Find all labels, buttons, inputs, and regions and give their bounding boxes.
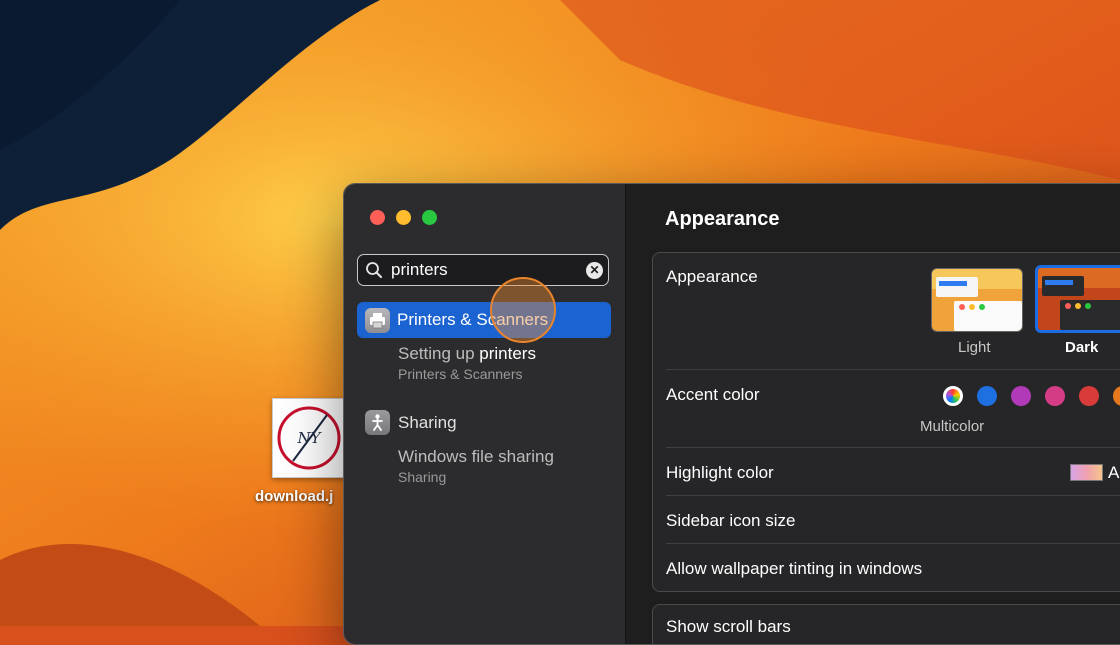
search-field[interactable]: ✕ — [357, 254, 609, 286]
zoom-window-button[interactable] — [422, 210, 437, 225]
wallpaper-tinting-label: Allow wallpaper tinting in windows — [666, 559, 923, 578]
desktop-file-label[interactable]: download.j — [255, 488, 333, 505]
appearance-light-label: Light — [958, 339, 991, 356]
scroll-bars-settings-panel: Show scroll bars — [652, 604, 1120, 644]
appearance-dark-label: Dark — [1065, 339, 1099, 356]
sidebar: ✕ Printers & Scanners Setting up printer… — [344, 184, 626, 644]
appearance-dark-option[interactable] — [1035, 265, 1120, 333]
sharing-icon — [365, 410, 390, 435]
accent-purple-swatch[interactable] — [1011, 386, 1031, 406]
appearance-light-option[interactable] — [931, 268, 1023, 332]
accent-red-swatch[interactable] — [1079, 386, 1099, 406]
divider — [666, 369, 1120, 370]
page-title: Appearance — [665, 208, 780, 230]
highlight-color-label: Highlight color — [666, 463, 774, 482]
accent-color-label: Accent color — [666, 385, 760, 404]
sidebar-icon-size-label: Sidebar icon size — [666, 511, 796, 530]
show-scroll-bars-label: Show scroll bars — [666, 617, 791, 636]
system-settings-window: ✕ Printers & Scanners Setting up printer… — [343, 183, 1120, 645]
accent-orange-swatch[interactable] — [1113, 386, 1120, 406]
appearance-row-label: Appearance — [666, 267, 758, 286]
search-result-setting-up-printers[interactable]: Setting up printers — [398, 344, 536, 364]
accent-blue-swatch[interactable] — [977, 386, 997, 406]
close-window-button[interactable] — [370, 210, 385, 225]
minimize-window-button[interactable] — [396, 210, 411, 225]
printer-icon — [365, 308, 390, 333]
search-icon — [365, 261, 383, 284]
divider — [666, 495, 1120, 496]
appearance-settings-panel: Appearance Light Dark Accent color Multi… — [652, 252, 1120, 592]
main-content: Appearance Appearance Light Dark Accent … — [626, 184, 1120, 644]
sidebar-item-sharing[interactable]: Sharing — [364, 409, 604, 437]
highlight-color-value[interactable]: Ac — [1108, 463, 1120, 483]
accent-multicolor-swatch[interactable] — [943, 386, 963, 406]
search-input[interactable] — [391, 258, 571, 282]
cursor-highlight — [490, 277, 556, 343]
sidebar-item-printers-scanners[interactable]: Printers & Scanners — [357, 302, 611, 338]
highlight-color-swatch[interactable] — [1070, 464, 1103, 481]
search-result-caption: Sharing — [398, 469, 447, 485]
divider — [666, 543, 1120, 544]
clear-search-icon[interactable]: ✕ — [586, 262, 603, 279]
search-result-caption: Printers & Scanners — [398, 366, 523, 382]
accent-pink-swatch[interactable] — [1045, 386, 1065, 406]
search-result-windows-file-sharing[interactable]: Windows file sharing — [398, 447, 554, 467]
divider — [666, 447, 1120, 448]
image-thumbnail-icon: NY — [272, 398, 346, 478]
sidebar-item-label: Sharing — [398, 413, 457, 432]
accent-color-caption: Multicolor — [920, 418, 985, 435]
